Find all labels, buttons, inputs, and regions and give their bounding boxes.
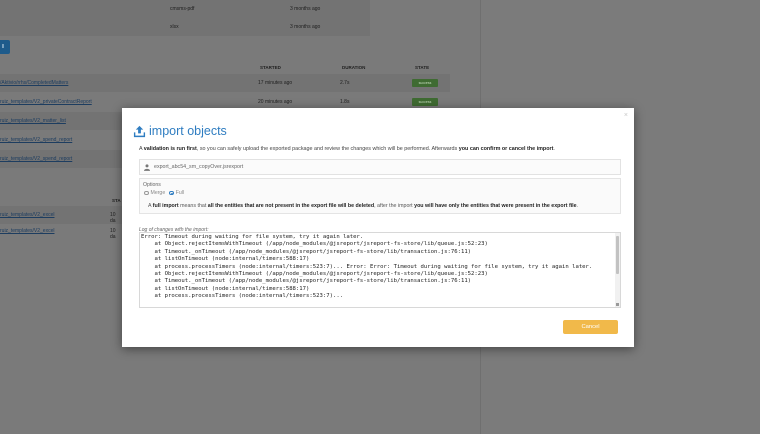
close-icon[interactable]: ×: [624, 112, 628, 119]
template-link[interactable]: /Aktivio/rrhs/CompletedMatters: [0, 80, 68, 86]
full-radio-label[interactable]: Full: [176, 190, 184, 196]
note-text: means that: [178, 203, 208, 209]
note-text: , after the import: [374, 203, 415, 209]
note-emphasis: you will have only the entities that wer…: [414, 203, 577, 209]
template-link[interactable]: ruiz_templates/V2_matter_list: [0, 118, 66, 124]
note-text: .: [576, 203, 579, 209]
table-row[interactable]: ruiz_templates/V2_spend_report: [0, 131, 122, 149]
dialog-description: A validation is run first, so you can sa…: [139, 146, 555, 152]
user-icon: [144, 163, 150, 171]
list-item[interactable]: cmsms-pdf 3 months ago: [0, 0, 370, 18]
import-mode-radio-group: Merge Full: [144, 190, 188, 196]
log-content: Error: Timeout during waiting for file s…: [141, 234, 593, 300]
column-header-state[interactable]: STATE: [415, 65, 429, 70]
merge-radio[interactable]: [144, 190, 149, 196]
button-label: ll: [2, 44, 5, 50]
item-name: cmsms-pdf: [170, 6, 195, 12]
cancel-button[interactable]: Cancel: [563, 320, 618, 334]
list-item[interactable]: xlsx 3 months ago: [0, 18, 370, 36]
import-log-textarea[interactable]: Error: Timeout during waiting for file s…: [139, 232, 621, 308]
column-header-duration[interactable]: DURATION: [342, 65, 365, 70]
template-link[interactable]: ruiz_templates/V2_excel: [0, 228, 54, 234]
desc-text: .: [553, 146, 555, 152]
uploaded-file-field: export_abc54_sm_copyOver.jsrexport: [139, 159, 621, 175]
table-row[interactable]: ruiz_templates/V2_excel 10 da: [0, 222, 122, 240]
merge-radio-label[interactable]: Merge: [151, 190, 166, 196]
scrollbar-thumb[interactable]: [616, 236, 619, 274]
options-fieldset: Options Merge Full A full import means t…: [139, 178, 621, 214]
row-duration: 2.7s: [340, 80, 350, 86]
item-time: 3 months ago: [290, 24, 321, 30]
item-time: 3 months ago: [290, 6, 321, 12]
item-name: xlsx: [170, 24, 179, 30]
row-duration: 1.8s: [340, 99, 350, 105]
template-link[interactable]: ruiz_templates/V2_spend_report: [0, 137, 72, 143]
full-import-note: A full import means that all the entitie…: [148, 203, 578, 209]
table-row[interactable]: ruiz_templates/V2_spend_report: [0, 150, 122, 168]
desc-text: , so you can safely upload the exported …: [196, 146, 459, 152]
desc-emphasis: you can confirm or cancel the import: [458, 146, 554, 152]
upload-icon: [133, 125, 146, 137]
full-radio[interactable]: [169, 190, 174, 196]
template-link[interactable]: ruiz_templates/V2_spend_report: [0, 156, 72, 162]
row-started: 17 minutes ago: [258, 80, 293, 86]
table-row[interactable]: /Aktivio/rrhs/CompletedMatters 17 minute…: [0, 74, 450, 92]
status-badge: success: [412, 79, 438, 87]
options-legend: Options: [143, 182, 161, 188]
column-header-state: STA: [112, 198, 121, 203]
column-header-started[interactable]: STARTED: [260, 65, 281, 70]
import-dialog: × import objects A validation is run fir…: [122, 108, 634, 347]
template-link[interactable]: ruiz_templates/V2_privateContractReport: [0, 99, 92, 105]
file-name: export_abc54_sm_copyOver.jsrexport: [154, 164, 244, 170]
scroll-down-arrow-icon[interactable]: [616, 303, 619, 306]
dialog-title: import objects: [133, 124, 227, 138]
status-badge: success: [412, 98, 438, 106]
template-link[interactable]: ruiz_templates/V2_excel: [0, 212, 54, 218]
note-emphasis: all the entities that are not present in…: [207, 203, 375, 209]
row-started: 20 minutes ago: [258, 99, 293, 105]
dialog-title-text: import objects: [149, 124, 227, 138]
row-started: 10 da: [110, 228, 116, 240]
log-scrollbar[interactable]: [615, 233, 620, 307]
table-row[interactable]: ruiz_templates/V2_matter_list: [0, 112, 122, 130]
background-action-button[interactable]: ll: [0, 40, 10, 54]
note-emphasis: full import: [152, 203, 179, 209]
desc-emphasis: validation is run first: [143, 146, 197, 152]
